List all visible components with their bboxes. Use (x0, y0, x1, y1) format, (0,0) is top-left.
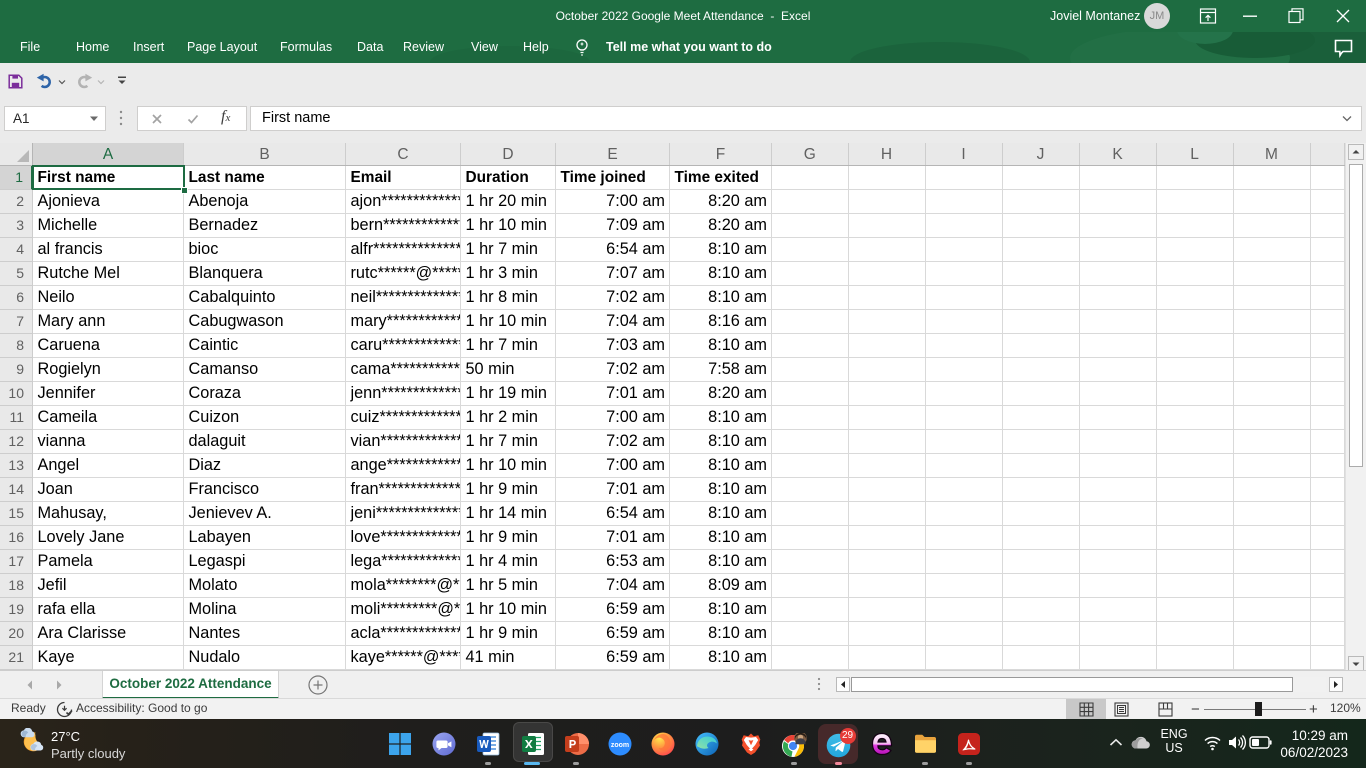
svg-text:zoom: zoom (611, 742, 629, 749)
